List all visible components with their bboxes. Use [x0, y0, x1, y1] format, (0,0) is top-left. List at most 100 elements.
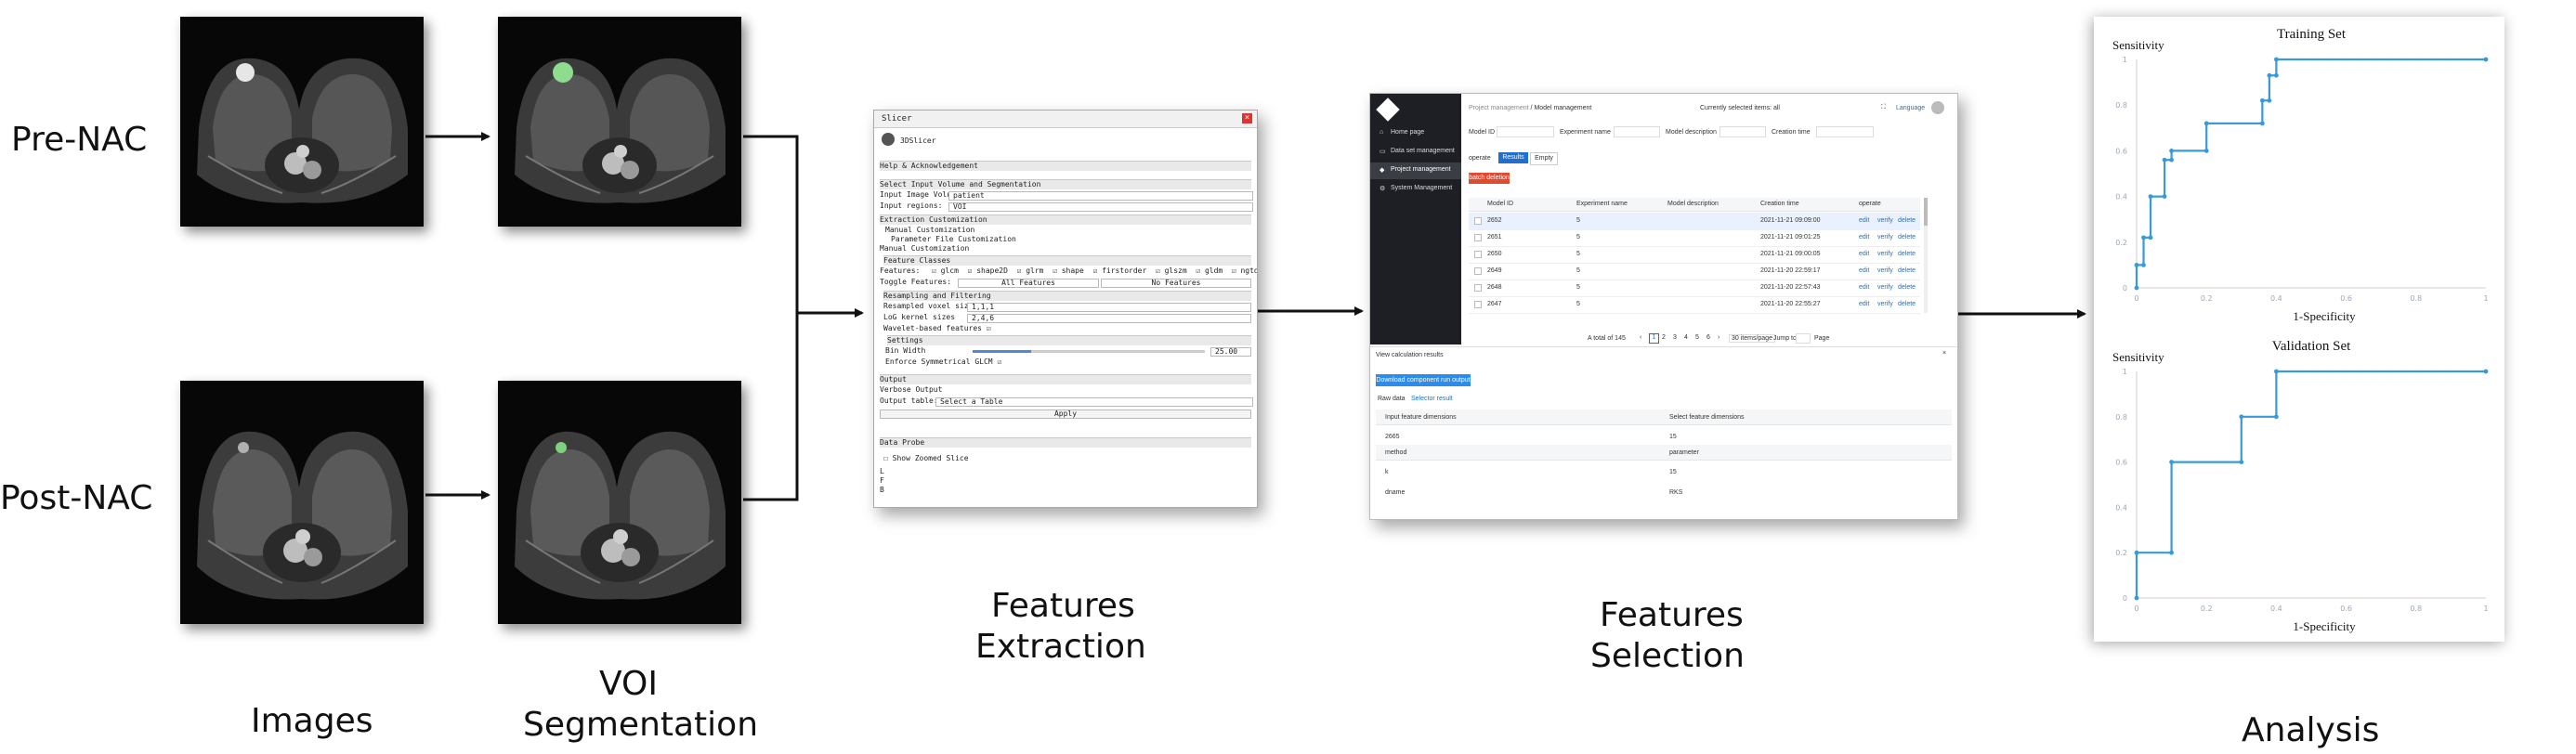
avatar[interactable] [1931, 101, 1944, 114]
page-button[interactable]: 3 [1673, 334, 1677, 341]
language-select[interactable]: Language [1896, 105, 1925, 111]
output-table-select[interactable]: Select a Table [935, 397, 1253, 407]
feature-checkbox[interactable]: ☑ ngtdm [1232, 266, 1257, 275]
row-checkbox[interactable] [1474, 217, 1482, 225]
results-table: Input feature dimensions Select feature … [1376, 410, 1952, 502]
sidebar-item-dataset[interactable]: ▭ Data set management [1370, 144, 1461, 161]
roc-point [2169, 157, 2174, 162]
tab-empty[interactable]: Empty [1530, 152, 1558, 165]
table-row[interactable]: 2649 5 2021-11-20 22:59:17 edit verify delet… [1469, 263, 1920, 280]
input-regions-label: Input regions: [880, 202, 943, 210]
verify-link[interactable]: verify [1877, 301, 1893, 307]
per-page-select[interactable]: 30 items/page [1729, 334, 1775, 343]
settings-section[interactable]: Settings [887, 336, 923, 344]
all-features-button[interactable]: All Features [958, 279, 1099, 288]
table-scrollbar[interactable] [1924, 198, 1928, 313]
filter-experiment-input[interactable] [1614, 126, 1660, 137]
show-zoomed-checkbox[interactable]: ☐ [883, 454, 893, 462]
table-row[interactable]: 2650 5 2021-11-21 09:00:05 edit verify delet… [1469, 246, 1920, 264]
sidebar-item-project[interactable]: ◆ Project management [1370, 162, 1461, 179]
input-volume-select[interactable]: patient [948, 191, 1253, 201]
verify-link[interactable]: verify [1877, 251, 1893, 257]
row-checkbox[interactable] [1474, 301, 1482, 308]
jump-to-input[interactable] [1796, 333, 1811, 344]
table-row[interactable]: 2648 5 2021-11-20 22:57:43 edit verify delet… [1469, 280, 1920, 297]
verify-link[interactable]: verify [1877, 267, 1893, 274]
input-regions-select[interactable]: VOI [948, 202, 1253, 212]
edit-link[interactable]: edit [1859, 251, 1869, 257]
data-probe-section[interactable]: Data Probe [880, 438, 924, 447]
delete-link[interactable]: delete [1898, 301, 1916, 307]
row-checkbox[interactable] [1474, 267, 1482, 275]
log-input[interactable]: 2,4,6 [967, 314, 1251, 323]
feature-checkbox[interactable]: ☑ shape [1053, 266, 1084, 275]
select-input-section[interactable]: Select Input Volume and Segmentation [880, 180, 1040, 188]
chart-title: Training Set [2277, 27, 2347, 42]
roc-point [2267, 98, 2272, 103]
edit-link[interactable]: edit [1859, 267, 1869, 274]
operate-label: operate [1469, 155, 1491, 162]
delete-link[interactable]: delete [1898, 284, 1916, 291]
edit-link[interactable]: edit [1859, 284, 1869, 291]
page-button[interactable]: 4 [1684, 334, 1688, 341]
pagination-prev[interactable]: ‹ [1640, 334, 1641, 341]
sidebar-item-home[interactable]: ⌂ Home page [1370, 125, 1461, 142]
enforce-glcm-checkbox[interactable]: ☑ [997, 358, 1001, 366]
close-icon[interactable]: × [1242, 113, 1252, 124]
verify-link[interactable]: verify [1877, 234, 1893, 240]
feature-checkbox[interactable]: ☑ shape2D [968, 266, 1008, 275]
edit-link[interactable]: edit [1859, 301, 1869, 307]
page-button[interactable]: 6 [1706, 334, 1710, 341]
verify-link[interactable]: verify [1877, 217, 1893, 224]
help-section[interactable]: Help & Acknowledgement [880, 162, 978, 170]
filter-model-id-input[interactable] [1497, 126, 1554, 137]
extraction-section[interactable]: Extraction Customization [880, 215, 987, 224]
page-button[interactable]: 1 [1649, 333, 1659, 344]
apply-button[interactable]: Apply [880, 410, 1251, 419]
row-checkbox[interactable] [1474, 234, 1482, 241]
raw-data-tab[interactable]: Raw data [1378, 396, 1406, 402]
row-checkbox[interactable] [1474, 251, 1482, 258]
edit-link[interactable]: edit [1859, 217, 1869, 224]
verify-link[interactable]: verify [1877, 284, 1893, 291]
table-row[interactable]: 2647 5 2021-11-20 22:55:27 edit verify delet… [1469, 296, 1920, 314]
feature-checkbox[interactable]: ☑ glrm [1017, 266, 1044, 275]
feature-checkbox[interactable]: ☑ gldm [1196, 266, 1223, 275]
table-row[interactable]: 2651 5 2021-11-21 09:01:25 edit verify delet… [1469, 229, 1920, 247]
output-section[interactable]: Output [880, 375, 907, 384]
page-button[interactable]: 5 [1695, 334, 1699, 341]
feature-classes-section[interactable]: Feature Classes [883, 256, 950, 265]
download-button[interactable]: Download component run output [1376, 374, 1471, 386]
row-checkbox[interactable] [1474, 284, 1482, 292]
feature-checkbox[interactable]: ☑ glszm [1156, 266, 1187, 275]
param-file-radio[interactable]: Parameter File Customization [891, 235, 1016, 243]
bin-width-slider[interactable] [973, 350, 1205, 353]
page-button[interactable]: 2 [1662, 334, 1666, 341]
results-close-icon[interactable]: × [1942, 350, 1946, 357]
roc-point [2274, 57, 2279, 62]
manual-radio[interactable]: Manual Customization [885, 226, 974, 234]
delete-link[interactable]: delete [1898, 251, 1916, 257]
selector-result-tab[interactable]: Selector result [1411, 396, 1453, 402]
sidebar-item-system[interactable]: ⚙ System Management [1370, 181, 1461, 198]
table-row[interactable]: 2652 5 2021-11-21 09:09:00 edit verify delet… [1469, 213, 1920, 230]
tab-results[interactable]: Results [1498, 152, 1528, 163]
feature-checkbox[interactable]: ☑ glcm [932, 266, 959, 275]
batch-delete-button[interactable]: batch deletion [1469, 173, 1510, 184]
fullscreen-icon[interactable]: ⛶ [1881, 104, 1886, 111]
edit-link[interactable]: edit [1859, 234, 1869, 240]
delete-link[interactable]: delete [1898, 267, 1916, 274]
delete-link[interactable]: delete [1898, 234, 1916, 240]
wavelet-checkbox[interactable]: ☑ [987, 324, 991, 332]
pagination-next[interactable]: › [1718, 334, 1720, 341]
no-features-button[interactable]: No Features [1101, 279, 1251, 288]
resampling-section[interactable]: Resampling and Filtering [883, 292, 991, 300]
filter-creation-input[interactable] [1816, 126, 1874, 137]
roc-curve [2135, 58, 2486, 288]
delete-link[interactable]: delete [1898, 217, 1916, 224]
bin-width-spinbox[interactable]: 25.00 [1210, 347, 1251, 357]
roc-point [2162, 157, 2167, 162]
feature-checkbox[interactable]: ☑ firstorder [1092, 266, 1146, 275]
filter-description-input[interactable] [1720, 126, 1766, 137]
resampled-input[interactable]: 1,1,1 [967, 303, 1251, 312]
